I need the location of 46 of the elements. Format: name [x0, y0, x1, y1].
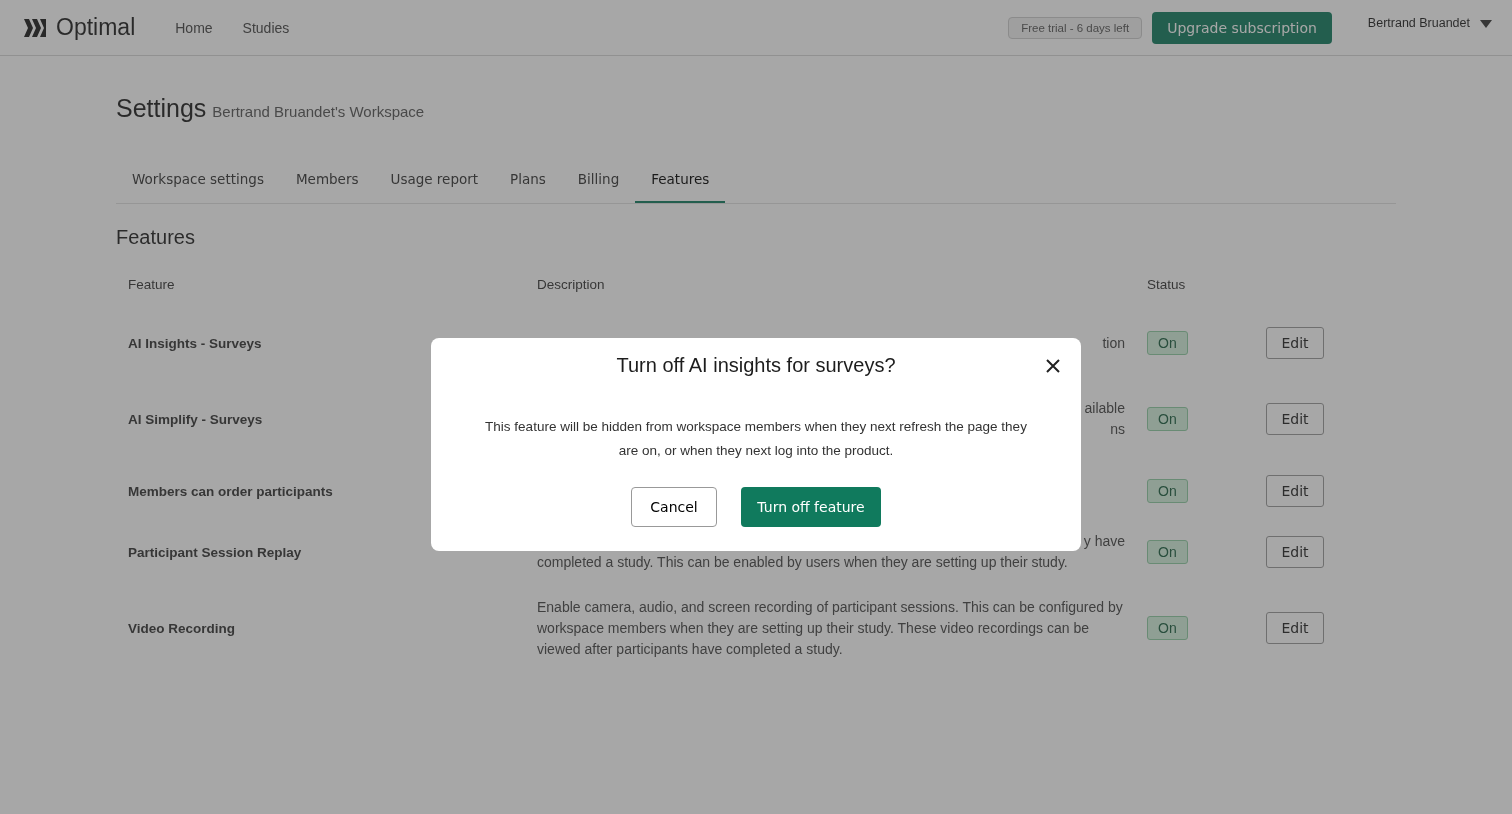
feature-description: ns	[1110, 420, 1125, 439]
feature-name: Video Recording	[128, 620, 236, 636]
tab[interactable]: Usage report	[374, 167, 495, 203]
edit-button[interactable]: Edit	[1266, 536, 1324, 568]
status-badge: On	[1147, 479, 1188, 503]
caret-icon[interactable]	[1480, 19, 1492, 28]
column-header: Status	[1147, 277, 1187, 294]
tab[interactable]: Workspace settings	[116, 167, 280, 203]
close-icon[interactable]	[1045, 358, 1061, 374]
feature-name: Participant Session Replay	[128, 544, 302, 560]
page-subtitle: Bertrand Bruandet's Workspace	[212, 103, 425, 120]
cancel-button[interactable]: Cancel	[631, 487, 717, 527]
edit-button[interactable]: Edit	[1266, 403, 1324, 435]
feature-description: Enable camera, audio, and screen recording of participant sessions. This can be configured by workspace members when they are setting up their study. These video recordings can be viewed after participants have completed a study.	[537, 597, 1124, 659]
feature-name: Members can order participants	[128, 483, 333, 499]
tab[interactable]: Members	[279, 167, 375, 203]
column-header: Description	[537, 277, 606, 294]
dialog-title: Turn off AI insights for surveys?	[616, 354, 896, 377]
feature-name: AI Insights - Surveys	[128, 335, 262, 351]
section-title: Features	[116, 226, 196, 249]
feature-description: completed a study. This can be enabled by users when they are setting up their study.	[537, 553, 1069, 572]
brand-name: Optimal	[56, 14, 136, 41]
tab[interactable]: Plans	[494, 167, 562, 203]
tab[interactable]: Features	[635, 167, 726, 203]
logo-icon	[22, 16, 48, 39]
tab[interactable]: Billing	[561, 167, 636, 203]
upgrade-button[interactable]: Upgrade subscription	[1152, 11, 1332, 44]
confirm-button[interactable]: Turn off feature	[741, 487, 881, 527]
status-badge: On	[1147, 616, 1188, 640]
feature-name: AI Simplify - Surveys	[128, 411, 263, 427]
nav-link[interactable]: Home	[175, 19, 213, 36]
dialog-message: This feature will be hidden from workspace members when they next refresh the page they are on, or when they next log into the product.	[484, 418, 1028, 460]
trial-badge: Free trial - 6 days left	[1008, 16, 1143, 39]
status-badge: On	[1147, 540, 1188, 564]
edit-button[interactable]: Edit	[1266, 327, 1324, 359]
column-header: Feature	[128, 277, 176, 294]
nav-link[interactable]: Studies	[242, 19, 290, 36]
feature-description: ailable	[1084, 399, 1125, 418]
user-name[interactable]: Bertrand Bruandet	[1367, 15, 1470, 30]
edit-button[interactable]: Edit	[1266, 475, 1324, 507]
feature-description: tion	[1102, 333, 1125, 353]
status-badge: On	[1147, 407, 1188, 431]
feature-description: y have	[1083, 532, 1125, 551]
edit-button[interactable]: Edit	[1266, 612, 1324, 644]
status-badge: On	[1147, 331, 1188, 355]
page-title: Settings	[116, 94, 207, 123]
